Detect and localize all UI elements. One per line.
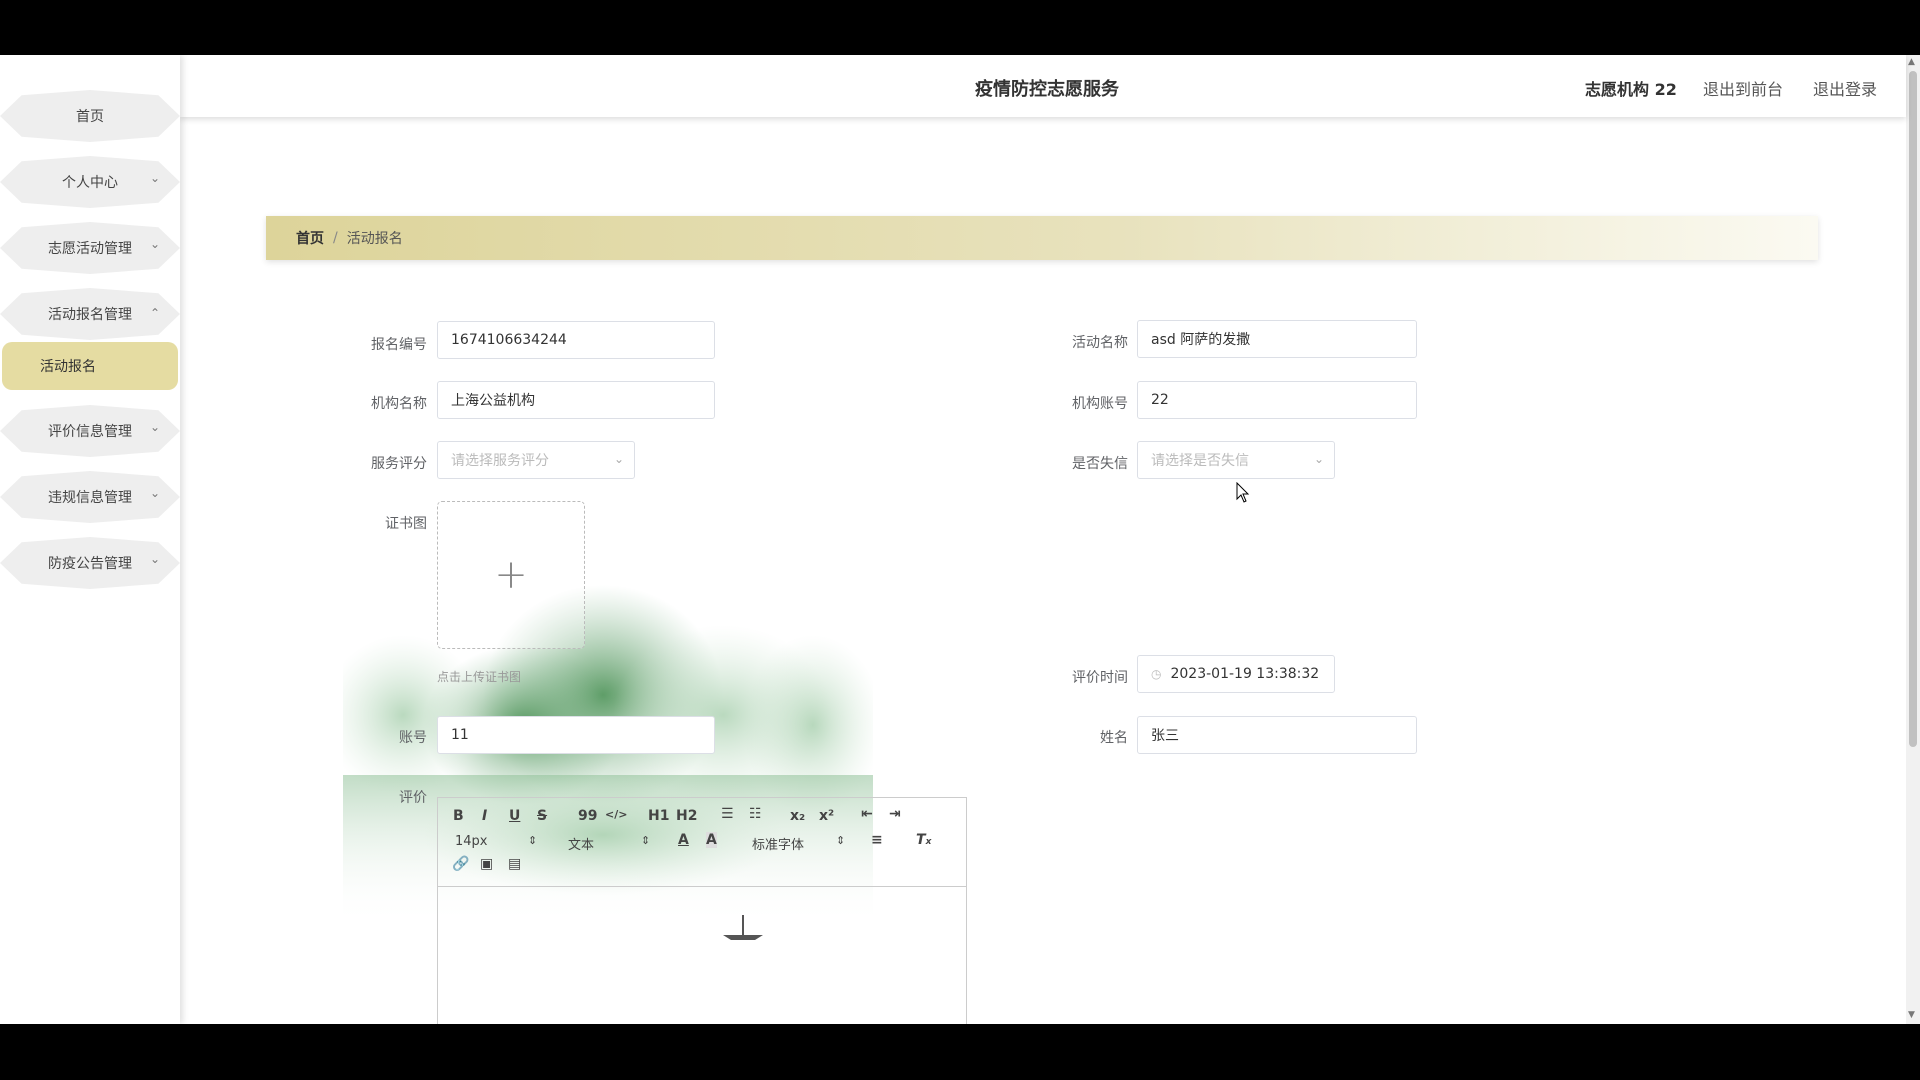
name-input[interactable]: 张三	[1137, 716, 1417, 754]
signup-no-input[interactable]: 1674106634244	[437, 321, 715, 359]
sidebar-subitem-signup[interactable]: 活动报名	[2, 342, 178, 390]
org-account-label: 机构账号	[1072, 396, 1128, 412]
sidebar-item-label: 活动报名管理	[48, 307, 132, 323]
certificate-label: 证书图	[385, 516, 427, 532]
select-placeholder: 请选择是否失信	[1151, 453, 1249, 469]
font-size-select[interactable]: 14px	[455, 834, 488, 849]
app-window: 首页 个人中心 ⌄ 志愿活动管理 ⌄ 活动报名管理 ⌃ 活动报名 评价信息管理 …	[0, 55, 1920, 1024]
review-time-label: 评价时间	[1072, 670, 1128, 686]
chevron-down-icon: ⌄	[149, 486, 160, 500]
breadcrumb: 首页 / 活动报名	[266, 216, 1818, 260]
signup-no-label: 报名编号	[371, 337, 427, 353]
certificate-upload[interactable]: +	[437, 501, 585, 649]
superscript-button[interactable]: x²	[819, 808, 834, 824]
sidebar: 首页 个人中心 ⌄ 志愿活动管理 ⌄ 活动报名管理 ⌃ 活动报名 评价信息管理 …	[0, 55, 180, 1024]
subscript-button[interactable]: x₂	[790, 808, 805, 824]
account-input[interactable]: 11	[437, 716, 715, 754]
chevron-down-icon: ⌄	[1313, 452, 1324, 466]
chevron-down-icon: ⌄	[149, 420, 160, 434]
outdent-icon[interactable]: ⇤	[861, 806, 873, 822]
text-style-select[interactable]: 文本	[568, 834, 594, 853]
sidebar-item-label: 首页	[76, 109, 104, 125]
sidebar-item-label: 防疫公告管理	[48, 556, 132, 572]
sidebar-item-label: 个人中心	[62, 175, 118, 191]
current-user: 志愿机构 22	[1585, 80, 1677, 99]
sidebar-item-profile[interactable]: 个人中心 ⌄	[0, 156, 180, 208]
page-title: 疫情防控志愿服务	[975, 79, 1119, 100]
sidebar-item-violation-mgmt[interactable]: 违规信息管理 ⌄	[0, 471, 180, 523]
sidebar-item-label: 志愿活动管理	[48, 241, 132, 257]
clock-icon: ◷	[1151, 667, 1162, 681]
service-score-select[interactable]: 请选择服务评分 ⌄	[437, 441, 635, 479]
dishonest-label: 是否失信	[1072, 456, 1128, 472]
select-placeholder: 请选择服务评分	[451, 453, 549, 469]
org-account-input[interactable]: 22	[1137, 381, 1417, 419]
breadcrumb-current: 活动报名	[346, 231, 403, 247]
select-arrows-icon: ⇕	[528, 834, 538, 847]
plus-icon: +	[494, 552, 528, 598]
sidebar-item-notice-mgmt[interactable]: 防疫公告管理 ⌄	[0, 537, 180, 589]
logout-link[interactable]: 退出登录	[1813, 76, 1877, 100]
ordered-list-icon[interactable]: ☰	[721, 806, 734, 822]
breadcrumb-home[interactable]: 首页	[296, 228, 324, 248]
review-label: 评价	[399, 790, 427, 806]
font-family-select[interactable]: 标准字体	[752, 834, 804, 853]
chevron-down-icon: ⌄	[149, 171, 160, 185]
indent-icon[interactable]: ⇥	[889, 806, 901, 822]
review-time-value: 2023-01-19 13:38:32	[1170, 666, 1320, 682]
name-label: 姓名	[1100, 730, 1128, 746]
dishonest-select[interactable]: 请选择是否失信 ⌄	[1137, 441, 1335, 479]
select-arrows-icon: ⇕	[836, 834, 846, 847]
org-name-input[interactable]: 上海公益机构	[437, 381, 715, 419]
sidebar-item-activity-mgmt[interactable]: 志愿活动管理 ⌄	[0, 222, 180, 274]
sidebar-subitem-label: 活动报名	[40, 359, 96, 375]
strike-button[interactable]: S	[537, 808, 547, 824]
chevron-up-icon: ⌃	[149, 306, 160, 320]
top-header: 疫情防控志愿服务 志愿机构 22 退出到前台 退出登录	[180, 55, 1906, 117]
activity-name-label: 活动名称	[1072, 335, 1128, 351]
bottom-black-bar	[0, 1024, 1920, 1080]
activity-name-input[interactable]: asd 阿萨的发撒	[1137, 320, 1417, 358]
bullet-list-icon[interactable]: ☷	[749, 806, 762, 822]
back-to-front-link[interactable]: 退出到前台	[1703, 76, 1783, 100]
review-time-picker[interactable]: ◷ 2023-01-19 13:38:32	[1137, 655, 1335, 693]
top-black-bar	[0, 0, 1920, 55]
account-label: 账号	[399, 730, 427, 746]
font-color-icon[interactable]: A	[678, 832, 689, 848]
chevron-down-icon: ⌄	[149, 552, 160, 566]
scroll-up-icon[interactable]: ▲	[1908, 57, 1915, 67]
scroll-thumb[interactable]	[1909, 71, 1917, 747]
align-icon[interactable]: ≡	[871, 832, 883, 848]
review-editor[interactable]: B I U S 99 </> H1 H2 ☰ ☷ x₂ x² ⇤ ⇥ 14px …	[437, 797, 967, 1024]
scroll-down-icon[interactable]: ▼	[1908, 1010, 1915, 1020]
background-color-icon[interactable]: A	[706, 832, 717, 848]
editor-toolbar: B I U S 99 </> H1 H2 ☰ ☷ x₂ x² ⇤ ⇥ 14px …	[438, 798, 966, 887]
h2-button[interactable]: H2	[676, 808, 697, 824]
italic-button[interactable]: I	[482, 808, 487, 824]
org-name-label: 机构名称	[371, 396, 427, 412]
mouse-cursor-icon	[1236, 482, 1250, 503]
code-button[interactable]: </>	[605, 808, 627, 821]
vertical-scrollbar[interactable]: ▲ ▼	[1906, 55, 1920, 1024]
image-icon[interactable]: ▣	[480, 856, 493, 872]
chevron-down-icon: ⌄	[613, 452, 624, 466]
link-icon[interactable]: 🔗	[452, 856, 469, 872]
sidebar-item-home[interactable]: 首页	[0, 90, 180, 142]
quote-button[interactable]: 99	[578, 808, 597, 824]
service-score-label: 服务评分	[371, 456, 427, 472]
sidebar-item-signup-mgmt[interactable]: 活动报名管理 ⌃	[0, 288, 180, 340]
upload-tip: 点击上传证书图	[437, 670, 522, 684]
bold-button[interactable]: B	[453, 808, 464, 824]
breadcrumb-separator: /	[333, 230, 338, 246]
video-icon[interactable]: ▤	[508, 856, 521, 872]
sidebar-item-label: 违规信息管理	[48, 490, 132, 506]
underline-button[interactable]: U	[509, 808, 520, 824]
sidebar-item-label: 评价信息管理	[48, 424, 132, 440]
sidebar-item-review-mgmt[interactable]: 评价信息管理 ⌄	[0, 405, 180, 457]
select-arrows-icon: ⇕	[641, 834, 651, 847]
clear-format-icon[interactable]: Tx	[916, 832, 931, 848]
chevron-down-icon: ⌄	[149, 237, 160, 251]
h1-button[interactable]: H1	[648, 808, 669, 824]
